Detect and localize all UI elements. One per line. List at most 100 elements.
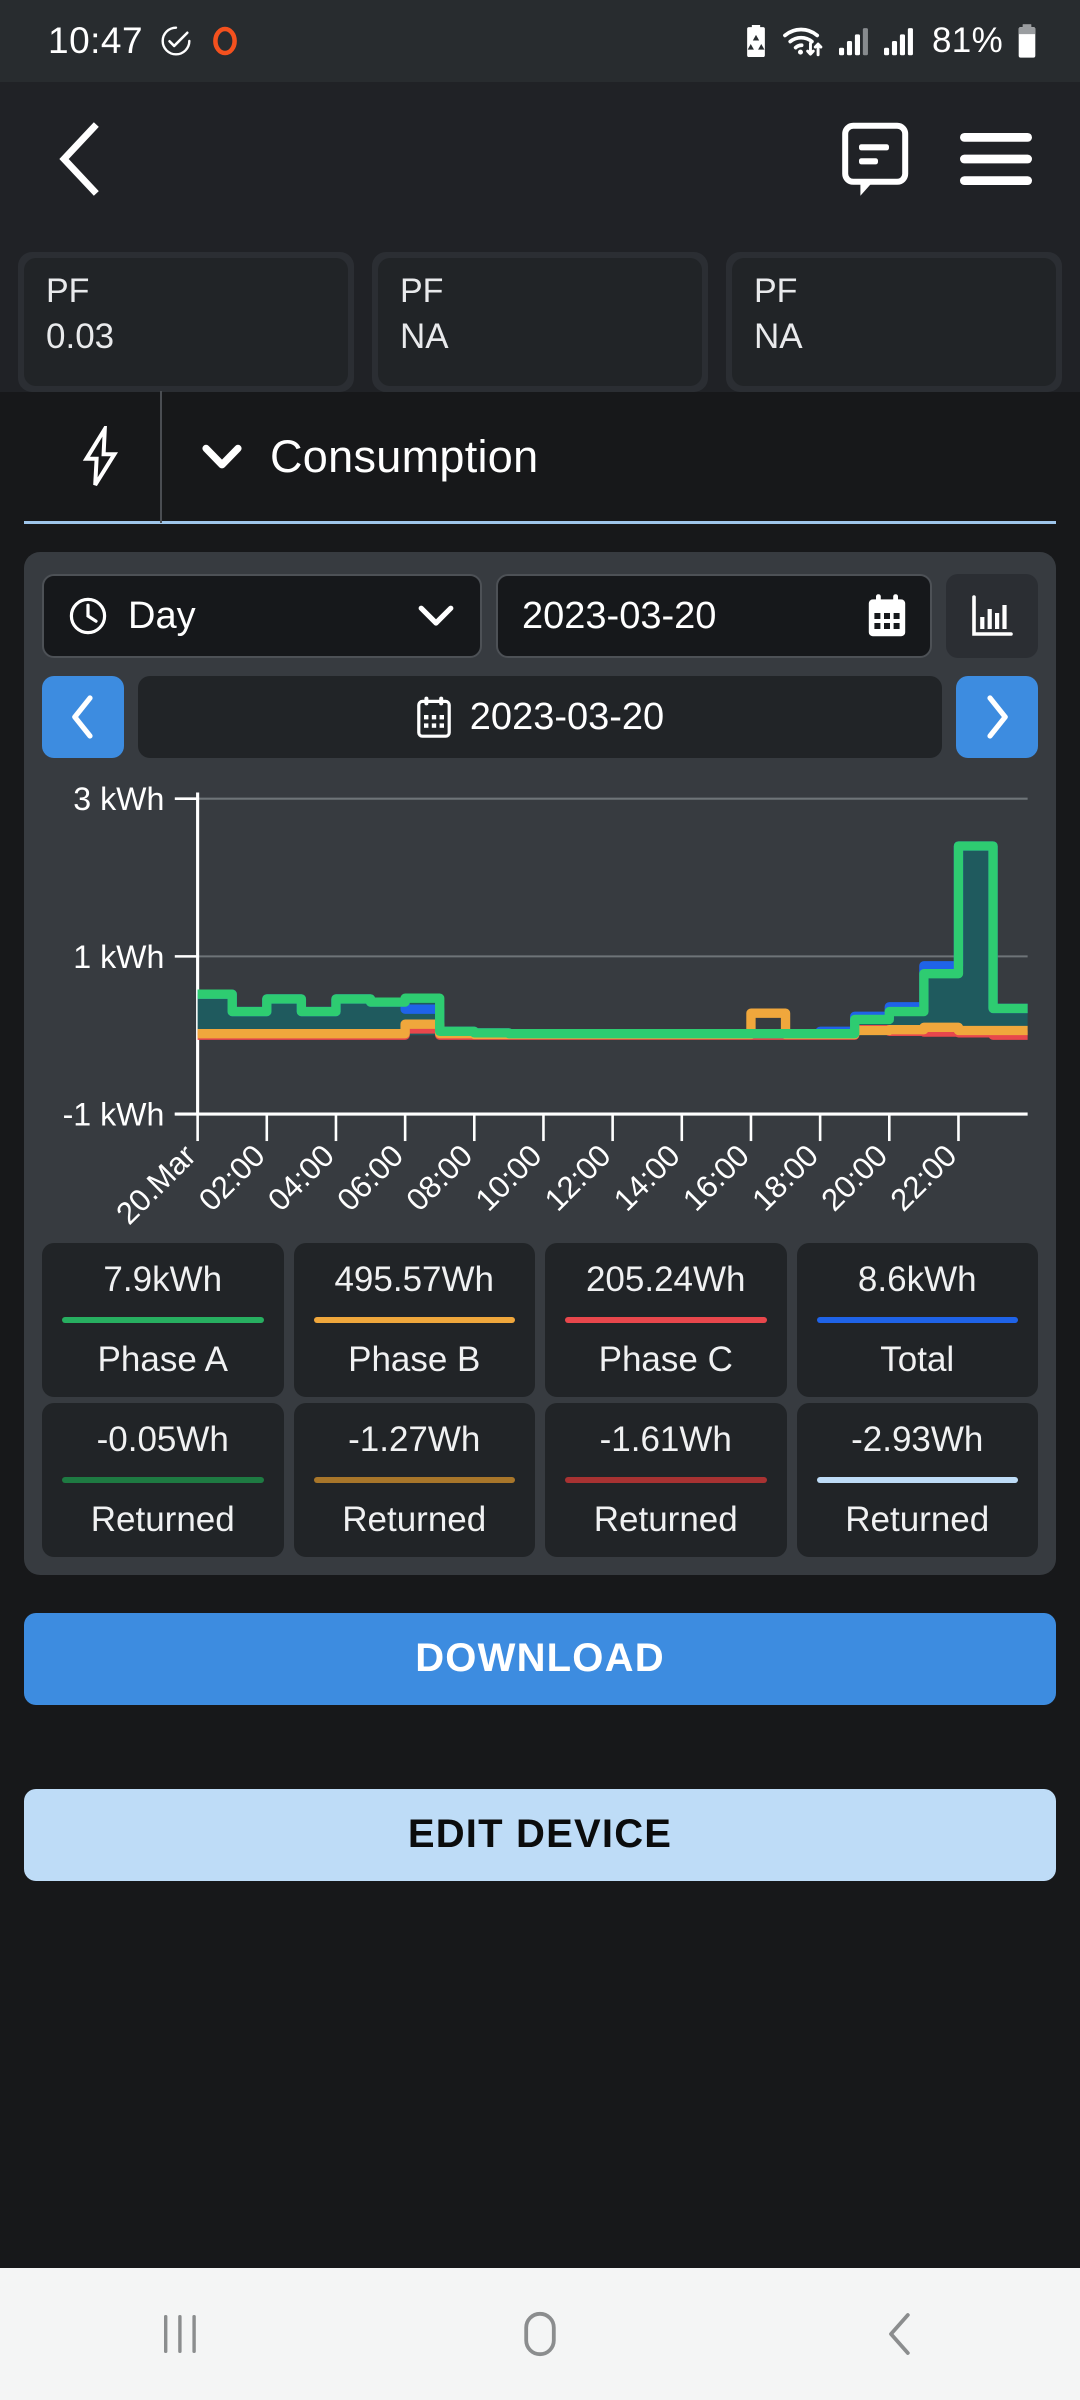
chart-xtick-label: 02:00 <box>192 1138 272 1218</box>
stat-value: 7.9kWh <box>103 1259 223 1299</box>
current-date-display[interactable]: 2023-03-20 <box>138 676 942 758</box>
hamburger-menu-icon <box>960 132 1032 185</box>
android-nav-bar <box>0 2268 1080 2400</box>
stat-card[interactable]: 7.9kWh Phase A <box>42 1242 284 1397</box>
date-nav-row: 2023-03-20 <box>42 676 1038 758</box>
consumption-chart[interactable]: 3 kWh 1 kWh -1 kWh 20.Mar 02:00 04:00 06:00 08:… <box>42 780 1038 1237</box>
pf-cards-row: PF 0.03 PF NA PF NA <box>0 240 1080 392</box>
recents-button[interactable] <box>80 2268 280 2400</box>
pf-label: PF <box>754 272 798 310</box>
pf-card: PF NA <box>732 258 1056 386</box>
bar-chart-icon <box>972 595 1013 636</box>
stat-value: 8.6kWh <box>857 1259 977 1299</box>
scroll-content[interactable]: PF 0.03 PF NA PF NA Consumption Day 2023… <box>0 240 1080 2268</box>
chevron-down-icon <box>418 605 454 626</box>
period-select[interactable]: Day <box>42 574 482 658</box>
lightning-bolt-icon <box>82 425 119 486</box>
status-bar: 10:47 81% <box>0 0 1080 82</box>
pf-value: NA <box>400 317 449 356</box>
header-divider <box>160 390 162 523</box>
stat-card[interactable]: 8.6kWh Total <box>796 1242 1038 1397</box>
pf-label: PF <box>400 272 444 310</box>
recents-icon <box>164 2315 196 2353</box>
pf-value: 0.03 <box>46 317 115 356</box>
chevron-left-icon <box>72 695 93 739</box>
stat-card[interactable]: 205.24Wh Phase C <box>545 1242 787 1397</box>
signal-1-icon <box>839 28 868 56</box>
signal-2-icon <box>884 28 913 56</box>
date-input-value: 2023-03-20 <box>522 594 717 637</box>
stat-label: Total <box>880 1339 955 1379</box>
returned-card[interactable]: -1.27Wh Returned <box>293 1402 535 1557</box>
pf-card-container[interactable]: PF 0.03 <box>18 252 354 392</box>
back-chevron-icon <box>59 121 99 196</box>
phone-screen: 10:47 81% PF 0.03 PF NA PF NA Consumptio… <box>0 0 1080 2400</box>
status-bar-right: 81% <box>741 21 1040 61</box>
chart-series-total <box>197 841 1028 1039</box>
stat-value: 495.57Wh <box>334 1259 495 1299</box>
returned-color-rule <box>313 1476 515 1483</box>
home-icon <box>524 2311 556 2357</box>
chart-xtick-label: 16:00 <box>676 1138 756 1218</box>
stat-value: 205.24Wh <box>585 1259 746 1299</box>
expand-toggle[interactable] <box>202 444 242 470</box>
date-input[interactable]: 2023-03-20 <box>496 574 932 658</box>
chart-xtick-label: 18:00 <box>745 1138 825 1218</box>
battery-percent: 81% <box>932 21 1003 60</box>
pf-card-container[interactable]: PF NA <box>372 252 708 392</box>
returned-card[interactable]: -2.93Wh Returned <box>796 1402 1038 1557</box>
battery-icon <box>1018 24 1036 58</box>
messages-button[interactable] <box>840 121 912 202</box>
chart-type-button[interactable] <box>946 574 1038 658</box>
chart-xtick-label: 20.Mar <box>109 1138 202 1231</box>
stat-card[interactable]: 495.57Wh Phase B <box>293 1242 535 1397</box>
home-button[interactable] <box>440 2268 640 2400</box>
chart-xtick-label: 14:00 <box>607 1138 687 1218</box>
current-date-value: 2023-03-20 <box>469 695 665 738</box>
calendar-icon <box>416 696 451 738</box>
download-button[interactable]: DOWNLOAD <box>24 1612 1056 1705</box>
returned-color-rule <box>816 1476 1018 1483</box>
previous-day-button[interactable] <box>42 676 124 758</box>
orange-ring-icon <box>213 26 237 56</box>
returned-value: -0.05Wh <box>96 1419 229 1459</box>
stat-color-rule <box>313 1316 515 1323</box>
pf-card-container[interactable]: PF NA <box>726 252 1062 392</box>
next-day-button[interactable] <box>956 676 1038 758</box>
chart-xtick-label: 08:00 <box>399 1138 479 1218</box>
pf-value: NA <box>754 317 803 356</box>
returned-card[interactable]: -1.61Wh Returned <box>545 1402 787 1557</box>
returned-label: Returned <box>90 1499 235 1539</box>
chart-xtick-label: 04:00 <box>261 1138 341 1218</box>
returned-stats-grid: -0.05Wh Returned -1.27Wh Returned -1.61W… <box>42 1402 1038 1557</box>
returned-value: -2.93Wh <box>851 1419 984 1459</box>
chart-controls-row: Day 2023-03-20 <box>42 574 1038 658</box>
pf-label: PF <box>46 272 90 310</box>
returned-value: -1.61Wh <box>599 1419 732 1459</box>
stat-label: Phase B <box>348 1339 481 1379</box>
message-bubble-icon <box>842 122 909 196</box>
phase-stats-grid: 7.9kWh Phase A 495.57Wh Phase B 205.24Wh… <box>42 1242 1038 1397</box>
pf-card: PF NA <box>378 258 702 386</box>
returned-color-rule <box>565 1476 767 1483</box>
app-bar-actions <box>840 121 1034 202</box>
back-button[interactable] <box>800 2268 1000 2400</box>
consumption-panel: Day 2023-03-20 2023-03-20 3 kWh 1 kWh -1… <box>24 552 1056 1575</box>
chart-xtick-label: 06:00 <box>330 1138 410 1218</box>
returned-label: Returned <box>342 1499 487 1539</box>
back-button[interactable] <box>52 121 108 202</box>
stat-color-rule <box>565 1316 767 1323</box>
chart-xtick-label: 20:00 <box>814 1138 894 1218</box>
returned-value: -1.27Wh <box>348 1419 481 1459</box>
consumption-section-header[interactable]: Consumption <box>24 390 1056 524</box>
returned-card[interactable]: -0.05Wh Returned <box>42 1402 284 1557</box>
returned-color-rule <box>62 1476 264 1483</box>
edit-device-button[interactable]: EDIT DEVICE <box>24 1788 1056 1881</box>
stat-color-rule <box>62 1316 264 1323</box>
returned-label: Returned <box>593 1499 738 1539</box>
menu-button[interactable] <box>958 129 1034 194</box>
battery-saver-icon <box>747 24 765 58</box>
check-circle-icon <box>161 26 191 56</box>
section-title: Consumption <box>270 430 539 482</box>
period-value: Day <box>128 594 196 637</box>
